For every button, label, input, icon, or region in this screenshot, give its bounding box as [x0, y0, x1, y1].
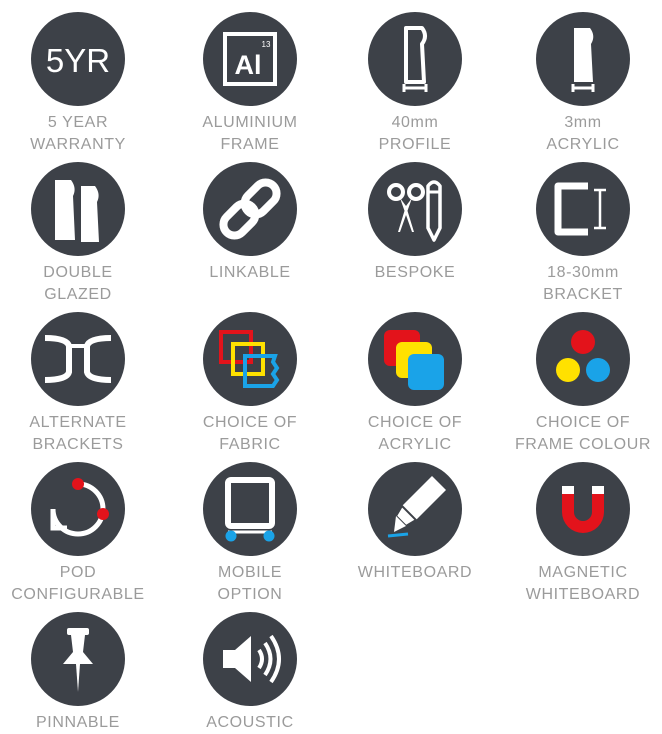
speaker-icon	[223, 634, 281, 684]
feature-label: DOUBLE GLAZED	[43, 264, 113, 303]
feature-label: CHOICE OF ACRYLIC	[367, 414, 463, 453]
scissors-pencil-icon	[387, 180, 442, 242]
chain-link-icon	[219, 178, 281, 240]
magnet-icon	[562, 486, 604, 533]
svg-text:5YR: 5YR	[46, 42, 110, 79]
feature-label: ALUMINIUM FRAME	[202, 114, 298, 153]
svg-text:13: 13	[262, 40, 271, 49]
feature-label: 5 YEAR WARRANTY	[30, 114, 126, 153]
svg-text:Al: Al	[235, 50, 262, 80]
colour-dots-icon	[556, 330, 610, 382]
feature-label: ACOUSTIC	[206, 714, 294, 731]
fabric-swatches-icon	[219, 330, 280, 388]
feature-label: WHITEBOARD	[357, 564, 473, 581]
alternate-brackets-icon	[44, 335, 112, 383]
double-glazed-icon	[55, 180, 99, 242]
feature-label: 40mm PROFILE	[378, 114, 452, 153]
feature-label: POD CONFIGURABLE	[11, 564, 145, 603]
feature-label: 18-30mm BRACKET	[543, 264, 623, 303]
marker-pen-icon	[387, 476, 446, 538]
acrylic-swatches-icon	[384, 330, 444, 390]
feature-label: LINKABLE	[209, 264, 291, 281]
feature-label: PINNABLE	[36, 714, 120, 731]
feature-label: 3mm ACRYLIC	[546, 114, 620, 153]
acrylic-panel-icon	[571, 28, 595, 92]
push-pin-icon	[63, 628, 93, 692]
mobile-frame-icon	[225, 477, 275, 542]
pod-ring-icon	[50, 478, 109, 537]
aluminium-element-icon: Al 13	[223, 32, 277, 86]
feature-label: ALTERNATE BRACKETS	[29, 414, 127, 453]
bracket-icon	[554, 182, 606, 236]
feature-label: BESPOKE	[374, 264, 456, 281]
5yr-text-icon: 5YR	[46, 42, 110, 79]
profile-icon	[402, 26, 428, 92]
feature-label: MOBILE OPTION	[217, 564, 283, 603]
feature-label: CHOICE OF FRAME COLOUR	[514, 414, 652, 453]
feature-label: CHOICE OF FABRIC	[202, 414, 298, 453]
feature-label: MAGNETIC WHITEBOARD	[525, 564, 641, 603]
